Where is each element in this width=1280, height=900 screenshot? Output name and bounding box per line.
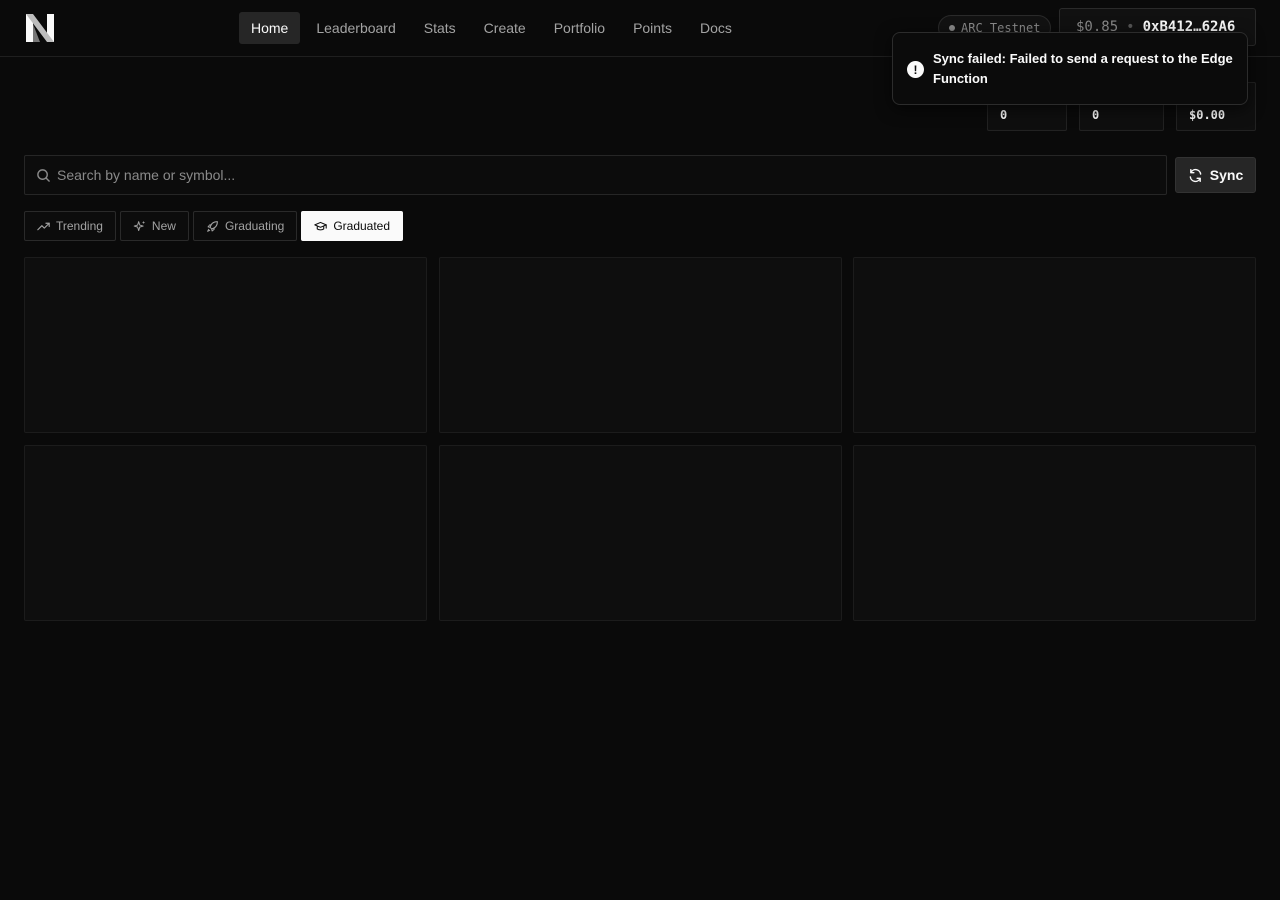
trending-up-icon (37, 222, 50, 230)
logo[interactable] (24, 12, 56, 44)
sparkles-icon (133, 220, 146, 231)
nav-home[interactable]: Home (239, 12, 301, 44)
nav-create[interactable]: Create (472, 12, 538, 44)
token-card[interactable] (439, 445, 842, 621)
search-input[interactable] (57, 156, 1157, 194)
refresh-icon (1189, 168, 1202, 182)
graduation-cap-icon (314, 221, 328, 230)
tab-label: Graduated (333, 219, 391, 233)
network-status-dot (949, 25, 955, 31)
tab-label: Graduating (224, 219, 285, 233)
main-nav: Home Leaderboard Stats Create Portfolio … (239, 12, 744, 44)
tab-new[interactable]: New (119, 211, 189, 241)
tab-label: New (151, 219, 176, 233)
tab-graduating[interactable]: Graduating (192, 211, 298, 241)
toast-message: Sync failed: Failed to send a request to… (933, 51, 1233, 86)
nav-leaderboard[interactable]: Leaderboard (304, 12, 407, 44)
sync-button[interactable]: Sync (1175, 157, 1256, 193)
error-toast[interactable]: ! Sync failed: Failed to send a request … (892, 32, 1248, 105)
stat-value: 0 (1092, 108, 1100, 122)
token-card[interactable] (853, 257, 1256, 433)
nav-points[interactable]: Points (621, 12, 684, 44)
stat-value: $0.00 (1189, 108, 1226, 122)
search-icon (37, 169, 50, 182)
token-card[interactable] (24, 445, 427, 621)
rocket-icon (207, 220, 218, 232)
token-card[interactable] (439, 257, 842, 433)
nav-portfolio[interactable]: Portfolio (542, 12, 617, 44)
tab-label: Trending (56, 219, 103, 233)
tab-graduated[interactable]: Graduated (301, 211, 404, 241)
token-card[interactable] (24, 257, 427, 433)
nav-docs[interactable]: Docs (688, 12, 744, 44)
stat-value: 0 (1000, 108, 1008, 122)
filter-tabs: Trending New Graduating Graduated (24, 211, 404, 241)
nav-stats[interactable]: Stats (412, 12, 468, 44)
sync-label: Sync (1209, 167, 1244, 183)
search-bar[interactable] (24, 155, 1167, 195)
token-card[interactable] (853, 445, 1256, 621)
alert-circle-icon: ! (907, 61, 924, 78)
tab-trending[interactable]: Trending (24, 211, 116, 241)
